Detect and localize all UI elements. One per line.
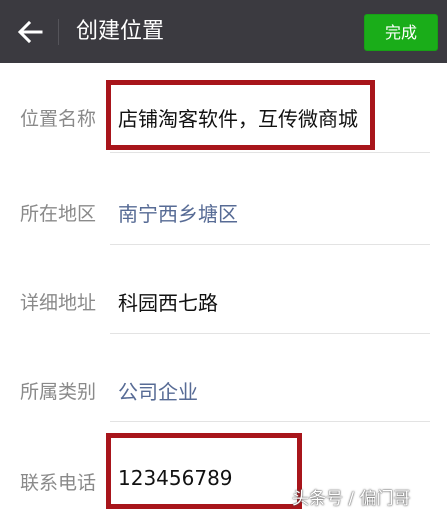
watermark: 头条号 / 偏门哥 — [292, 489, 411, 509]
location-name-label: 位置名称 — [20, 108, 97, 130]
highlight-box-name — [106, 80, 375, 150]
row-divider — [110, 244, 430, 245]
row-divider — [110, 333, 430, 334]
header-divider — [58, 19, 59, 45]
back-button[interactable] — [14, 16, 46, 48]
address-field[interactable]: 科园西七路 — [118, 287, 218, 316]
done-button[interactable]: 完成 — [364, 14, 438, 51]
region-label: 所在地区 — [20, 203, 97, 225]
screen: 创建位置 完成 位置名称 店铺淘客软件，互传微商城 所在地区 南宁西乡塘区 详细… — [0, 0, 447, 521]
top-bar: 创建位置 完成 — [0, 0, 447, 63]
page-title: 创建位置 — [76, 19, 165, 44]
category-select[interactable]: 公司企业 — [118, 376, 198, 405]
address-label: 详细地址 — [20, 292, 97, 314]
arrow-left-icon — [17, 20, 43, 44]
region-select[interactable]: 南宁西乡塘区 — [118, 198, 238, 227]
phone-label: 联系电话 — [20, 472, 97, 494]
category-label: 所属类别 — [20, 381, 97, 403]
row-divider — [110, 421, 430, 422]
row-divider — [110, 152, 430, 153]
highlight-box-phone — [106, 433, 302, 509]
